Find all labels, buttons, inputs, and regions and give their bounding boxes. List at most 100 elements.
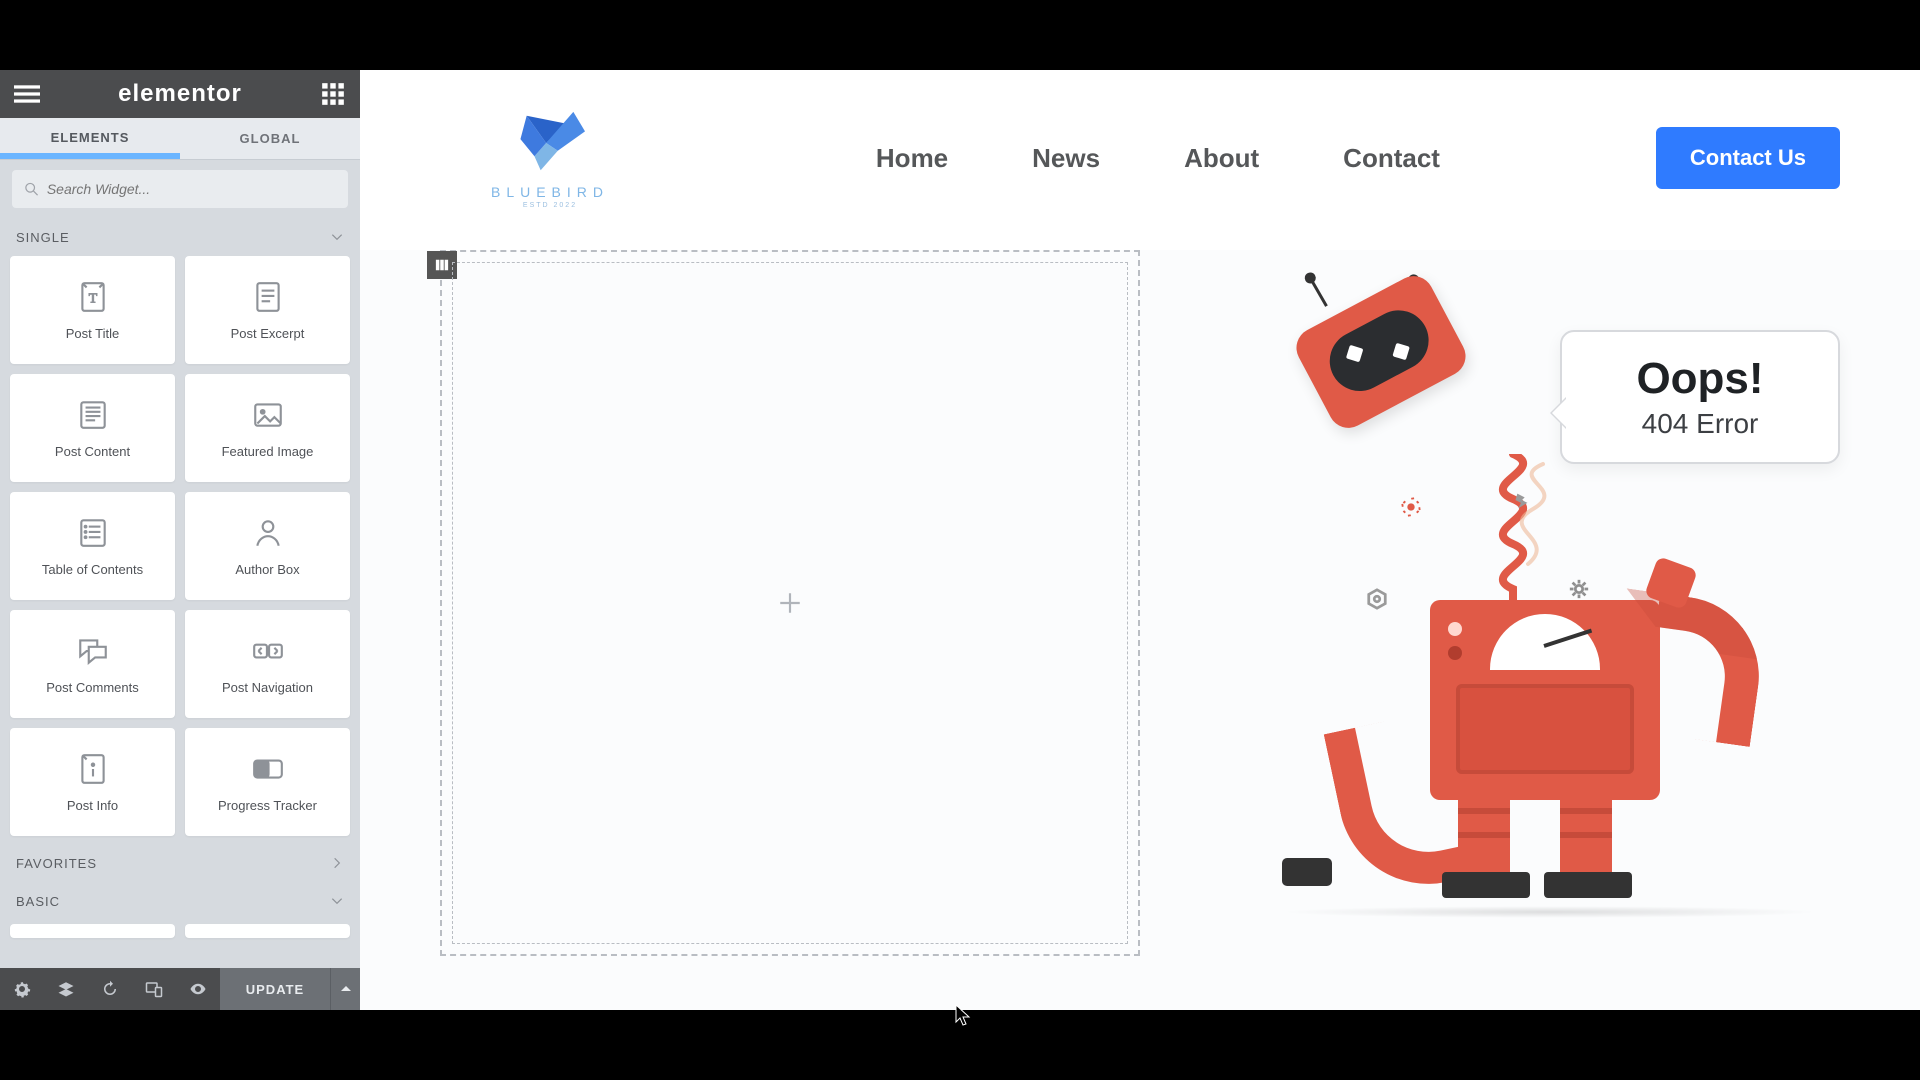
history-button[interactable] <box>88 968 132 1010</box>
post-content-icon <box>76 398 110 432</box>
progress-tracker-icon <box>251 752 285 786</box>
update-button[interactable]: UPDATE <box>220 968 330 1010</box>
widget-label: Progress Tracker <box>218 798 317 813</box>
svg-text:T: T <box>88 290 97 305</box>
widget-card-peek[interactable] <box>10 924 175 938</box>
tab-elements[interactable]: ELEMENTS <box>0 118 180 159</box>
widget-post-excerpt[interactable]: Post Excerpt <box>185 256 350 364</box>
post-excerpt-icon <box>251 280 285 314</box>
robot-arm-right <box>1641 593 1769 747</box>
eye-icon <box>189 980 207 998</box>
post-title-icon: T <box>76 280 110 314</box>
update-button-group: UPDATE <box>220 968 360 1010</box>
settings-button[interactable] <box>0 968 44 1010</box>
gear-icon <box>1400 496 1422 518</box>
robot-leg <box>1560 788 1612 878</box>
post-info-icon <box>76 752 110 786</box>
update-caret-button[interactable] <box>330 968 360 1010</box>
page-body: Oops! 404 Error <box>360 250 1920 1010</box>
robot-hand-left <box>1282 858 1332 886</box>
accordion-label: BASIC <box>16 894 60 909</box>
navigator-button[interactable] <box>44 968 88 1010</box>
featured-image-icon <box>251 398 285 432</box>
widget-label: Post Content <box>55 444 130 459</box>
accordion-basic[interactable]: BASIC <box>10 882 350 920</box>
accordion-favorites[interactable]: FAVORITES <box>10 844 350 882</box>
widget-post-info[interactable]: Post Info <box>10 728 175 836</box>
widget-grid: T Post Title Post Excerpt Post Content F… <box>10 256 350 836</box>
error-subtitle: 404 Error <box>1588 408 1812 440</box>
sidebar-bottom-bar: UPDATE <box>0 968 360 1010</box>
bluebird-logo-icon <box>507 108 593 178</box>
accordion-label: SINGLE <box>16 230 70 245</box>
post-navigation-icon <box>251 634 285 668</box>
responsive-icon <box>145 980 163 998</box>
widget-post-navigation[interactable]: Post Navigation <box>185 610 350 718</box>
editor-sidebar: elementor ELEMENTS GLOBAL SINGLE <box>0 70 360 1010</box>
search-icon <box>24 181 39 197</box>
chevron-down-icon <box>330 230 344 244</box>
robot-foot <box>1442 872 1530 898</box>
responsive-button[interactable] <box>132 968 176 1010</box>
widget-progress-tracker[interactable]: Progress Tracker <box>185 728 350 836</box>
nav-contact[interactable]: Contact <box>1343 143 1440 174</box>
search-input[interactable] <box>47 181 336 197</box>
gear-icon <box>13 980 31 998</box>
widget-post-comments[interactable]: Post Comments <box>10 610 175 718</box>
widget-card-peek[interactable] <box>185 924 350 938</box>
author-box-icon <box>251 516 285 550</box>
panel-tabs: ELEMENTS GLOBAL <box>0 118 360 160</box>
nav-about[interactable]: About <box>1184 143 1259 174</box>
robot-foot <box>1544 872 1632 898</box>
layers-icon <box>57 980 75 998</box>
nav-home[interactable]: Home <box>876 143 948 174</box>
site-brand[interactable]: BLUEBIRD ESTD 2022 <box>440 108 660 209</box>
widget-search <box>0 160 360 218</box>
contact-us-button[interactable]: Contact Us <box>1656 127 1840 189</box>
apps-grid-icon[interactable] <box>320 81 346 107</box>
hamburger-menu-icon[interactable] <box>14 81 40 107</box>
history-icon <box>101 980 119 998</box>
caret-up-icon <box>341 984 351 994</box>
widget-label: Post Info <box>67 798 118 813</box>
robot-antenna <box>1311 281 1328 307</box>
widget-label: Post Navigation <box>222 680 313 695</box>
add-widget-dropzone[interactable] <box>452 262 1128 944</box>
brand-name: BLUEBIRD <box>491 184 609 200</box>
columns-icon <box>435 258 449 272</box>
widget-label: Table of Contents <box>42 562 143 577</box>
toc-icon <box>76 516 110 550</box>
widget-label: Featured Image <box>222 444 314 459</box>
preview-canvas: BLUEBIRD ESTD 2022 Home News About Conta… <box>360 70 1920 1010</box>
widget-label: Post Excerpt <box>231 326 305 341</box>
error-illustration: Oops! 404 Error <box>1220 290 1860 940</box>
bolt-icon <box>1510 490 1532 512</box>
site-nav: Home News About Contact <box>660 143 1656 174</box>
speech-bubble: Oops! 404 Error <box>1560 330 1840 464</box>
widget-label: Author Box <box>235 562 299 577</box>
plus-icon <box>777 590 803 616</box>
preview-button[interactable] <box>176 968 220 1010</box>
widget-post-content[interactable]: Post Content <box>10 374 175 482</box>
elementor-logo: elementor <box>118 80 242 108</box>
widget-author-box[interactable]: Author Box <box>185 492 350 600</box>
tab-global[interactable]: GLOBAL <box>180 118 360 159</box>
widget-scroll-area[interactable]: SINGLE T Post Title Post Excerpt Post Co… <box>0 218 360 968</box>
nut-icon <box>1366 588 1388 610</box>
widget-table-of-contents[interactable]: Table of Contents <box>10 492 175 600</box>
site-header: BLUEBIRD ESTD 2022 Home News About Conta… <box>360 70 1920 246</box>
robot-leg <box>1458 788 1510 878</box>
mouse-cursor-icon <box>955 1004 971 1026</box>
widget-featured-image[interactable]: Featured Image <box>185 374 350 482</box>
chevron-right-icon <box>330 856 344 870</box>
sidebar-topbar: elementor <box>0 70 360 118</box>
error-title: Oops! <box>1588 354 1812 404</box>
gear-icon <box>1568 578 1590 600</box>
post-comments-icon <box>76 634 110 668</box>
empty-section[interactable] <box>440 250 1140 956</box>
brand-sub: ESTD 2022 <box>523 202 577 209</box>
nav-news[interactable]: News <box>1032 143 1100 174</box>
widget-label: Post Comments <box>46 680 138 695</box>
accordion-single[interactable]: SINGLE <box>10 218 350 256</box>
widget-post-title[interactable]: T Post Title <box>10 256 175 364</box>
